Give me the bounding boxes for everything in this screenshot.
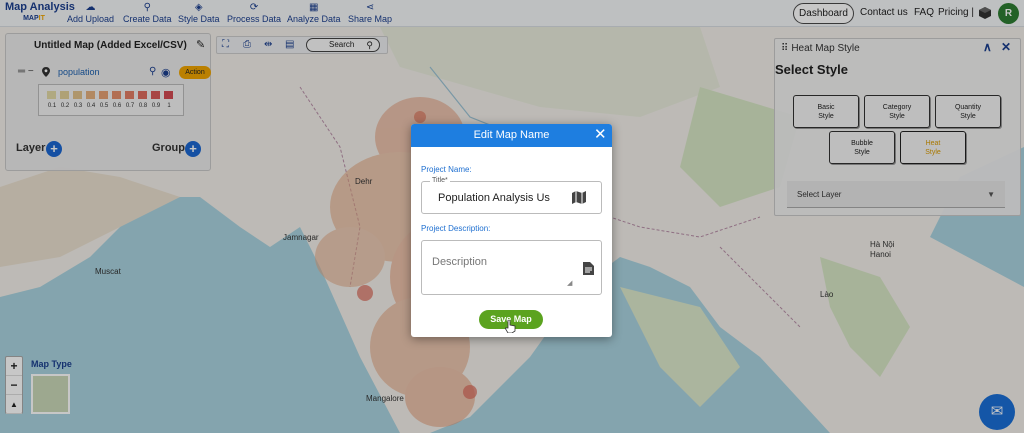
hand-cursor-icon [505,320,516,333]
dialog-header: Edit Map Name ✕ [411,124,612,147]
resize-handle-icon[interactable]: ◢ [567,279,572,287]
title-field-label: Title* [430,177,450,184]
document-icon [583,262,594,275]
map-icon [572,191,586,204]
project-description-label: Project Description: [421,224,491,233]
description-placeholder: Description [432,256,488,268]
edit-map-name-dialog: Edit Map Name ✕ Project Name: Title* Pop… [411,124,612,337]
title-input[interactable]: Population Analysis Us [438,192,572,204]
project-name-label: Project Name: [421,165,472,174]
title-field[interactable]: Title* Population Analysis Us [421,177,602,214]
close-icon[interactable]: ✕ [594,126,607,144]
dialog-title: Edit Map Name [473,129,550,141]
description-textarea[interactable]: Description ◢ [421,240,602,295]
